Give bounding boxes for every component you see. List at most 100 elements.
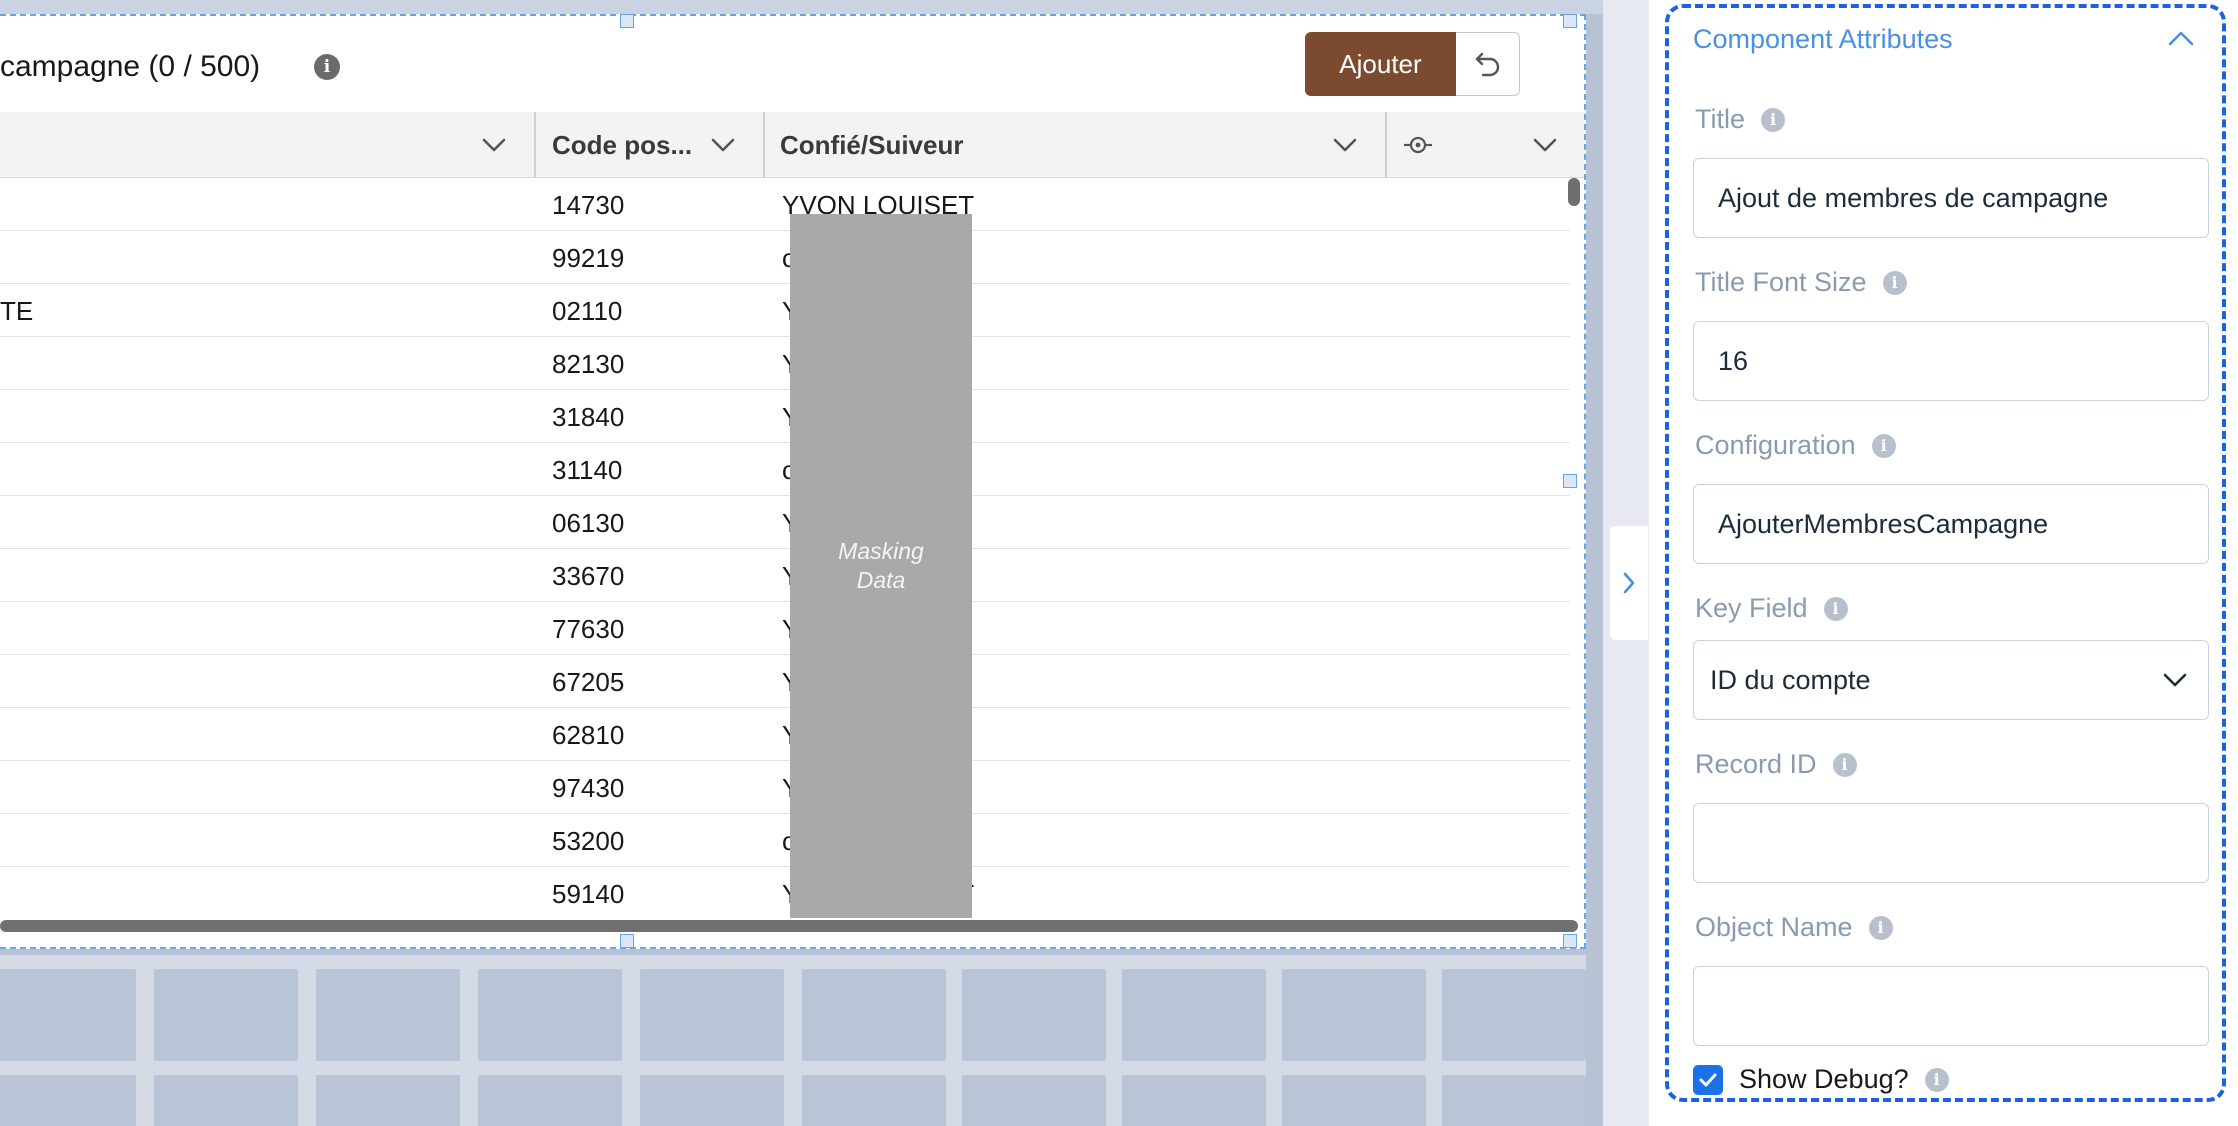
table-row[interactable]: 06130Y <box>0 496 1570 549</box>
key-field-select[interactable]: ID du compte <box>1693 640 2209 720</box>
chevron-down-icon <box>2163 673 2187 687</box>
column-divider[interactable] <box>763 112 765 178</box>
info-icon[interactable]: i <box>1832 752 1857 777</box>
table-row[interactable]: 82130Y <box>0 337 1570 390</box>
table-cell-zip: 53200 <box>552 826 625 856</box>
grid-cell <box>802 1075 946 1126</box>
configuration-input[interactable]: AjouterMembresCampagne <box>1693 484 2209 564</box>
masking-overlay: Masking Data <box>790 214 972 918</box>
add-button[interactable]: Ajouter <box>1305 32 1456 96</box>
canvas-grid <box>0 955 1586 1126</box>
label-text: Title Font Size <box>1695 267 1867 297</box>
object-name-input[interactable] <box>1693 966 2209 1046</box>
grid-cell <box>154 969 298 1061</box>
info-icon[interactable]: i <box>1868 915 1893 940</box>
panel-toggle-button[interactable] <box>1610 526 1648 640</box>
table-cell-zip: 31140 <box>552 455 623 485</box>
chevron-down-icon[interactable] <box>1331 134 1359 156</box>
table-cell-zip: 67205 <box>552 667 625 697</box>
field-label-title-font-size: Title Font Size i <box>1695 267 1907 298</box>
grid-cell <box>962 1075 1106 1126</box>
table-row[interactable]: 99219c n <box>0 231 1570 284</box>
section-title[interactable]: Component Attributes <box>1693 24 1953 55</box>
column-header-owner[interactable]: Confié/Suiveur <box>780 112 963 178</box>
show-debug-checkbox[interactable] <box>1693 1064 1723 1095</box>
grid-cell <box>478 1075 622 1126</box>
title-input-value: Ajout de membres de campagne <box>1718 182 2109 213</box>
check-icon <box>1699 1073 1717 1086</box>
info-icon[interactable]: i <box>314 54 340 80</box>
grid-cell <box>316 969 460 1061</box>
vertical-scrollbar[interactable] <box>1568 178 1580 206</box>
table-row[interactable]: 59140YVON LOUISET <box>0 867 1570 918</box>
info-icon[interactable]: i <box>1871 433 1896 458</box>
table-body: 14730YVON LOUISET99219c nTE02110Y82130Y3… <box>0 178 1570 918</box>
table-row[interactable]: TE02110Y <box>0 284 1570 337</box>
table-row[interactable]: 14730 YVON LOUISET <box>0 178 1570 231</box>
target-icon[interactable] <box>1402 132 1434 158</box>
table-action-buttons: Ajouter <box>1305 32 1520 96</box>
field-label-object-name: Object Name i <box>1695 912 1893 943</box>
chevron-down-icon[interactable] <box>1531 134 1559 156</box>
canvas-top-strip <box>0 0 1603 14</box>
key-field-value: ID du compte <box>1710 664 1871 695</box>
table-cell-zip: 99219 <box>552 243 625 273</box>
undo-button[interactable] <box>1456 32 1520 96</box>
table-cell-zip: 97430 <box>552 773 625 803</box>
grid-cell <box>1282 1075 1426 1126</box>
table-title-bar: campagne (0 / 500) i Ajouter <box>0 16 1584 112</box>
show-debug-row: Show Debug? i <box>1693 1064 1949 1095</box>
table-cell-zip: 59140 <box>552 879 625 909</box>
chevron-down-icon[interactable] <box>709 134 737 156</box>
table-title: campagne (0 / 500) <box>0 50 261 83</box>
grid-cell <box>802 969 946 1061</box>
grid-cell <box>316 1075 460 1126</box>
builder-canvas: campagne (0 / 500) i Ajouter Code pos... <box>0 0 1603 1126</box>
label-text: Record ID <box>1695 749 1817 779</box>
properties-panel: Component Attributes Title i Ajout de me… <box>1649 0 2238 1126</box>
table-cell-zip: 62810 <box>552 720 625 750</box>
grid-cell <box>1442 1075 1586 1126</box>
field-label-title: Title i <box>1695 104 1786 135</box>
resize-handle-bottom-right[interactable] <box>1563 934 1577 948</box>
title-font-size-value: 16 <box>1718 345 1749 376</box>
grid-cell <box>1442 969 1586 1061</box>
title-font-size-input[interactable]: 16 <box>1693 321 2209 401</box>
chevron-up-icon[interactable] <box>2166 28 2196 50</box>
grid-cell <box>962 969 1106 1061</box>
table-row[interactable]: 31140c n <box>0 443 1570 496</box>
table-cell-zip: 31840 <box>552 402 625 432</box>
table-row[interactable]: 62810Y <box>0 708 1570 761</box>
record-id-input[interactable] <box>1693 803 2209 883</box>
table-row[interactable]: 97430Y <box>0 761 1570 814</box>
grid-cell <box>640 1075 784 1126</box>
label-text: Title <box>1695 104 1746 134</box>
title-input[interactable]: Ajout de membres de campagne <box>1693 158 2209 238</box>
grid-cell <box>1122 1075 1266 1126</box>
grid-cell <box>0 969 136 1061</box>
table-row[interactable]: 33670Y <box>0 549 1570 602</box>
field-label-configuration: Configuration i <box>1695 430 1896 461</box>
table-row[interactable]: 67205Y <box>0 655 1570 708</box>
grid-cell <box>154 1075 298 1126</box>
info-icon[interactable]: i <box>1761 107 1786 132</box>
table-cell-zip: 33670 <box>552 561 625 591</box>
column-divider[interactable] <box>534 112 536 178</box>
info-icon[interactable]: i <box>1823 596 1848 621</box>
grid-cell <box>1122 969 1266 1061</box>
grid-cell <box>1282 969 1426 1061</box>
chevron-down-icon[interactable] <box>480 134 508 156</box>
table-row[interactable]: 53200c n <box>0 814 1570 867</box>
info-icon[interactable]: i <box>1882 270 1907 295</box>
info-icon[interactable]: i <box>1924 1067 1949 1092</box>
mask-label: Masking Data <box>838 538 924 593</box>
datatable-component[interactable]: campagne (0 / 500) i Ajouter Code pos... <box>0 14 1586 949</box>
column-divider[interactable] <box>1385 112 1387 178</box>
resize-handle-bottom[interactable] <box>620 934 634 948</box>
show-debug-label: Show Debug? <box>1739 1064 1909 1094</box>
horizontal-scrollbar[interactable] <box>0 920 1578 932</box>
column-header-zip[interactable]: Code pos... <box>552 112 692 178</box>
table-row[interactable]: 77630Y <box>0 602 1570 655</box>
table-row[interactable]: 31840Y <box>0 390 1570 443</box>
grid-cell <box>0 1075 136 1126</box>
